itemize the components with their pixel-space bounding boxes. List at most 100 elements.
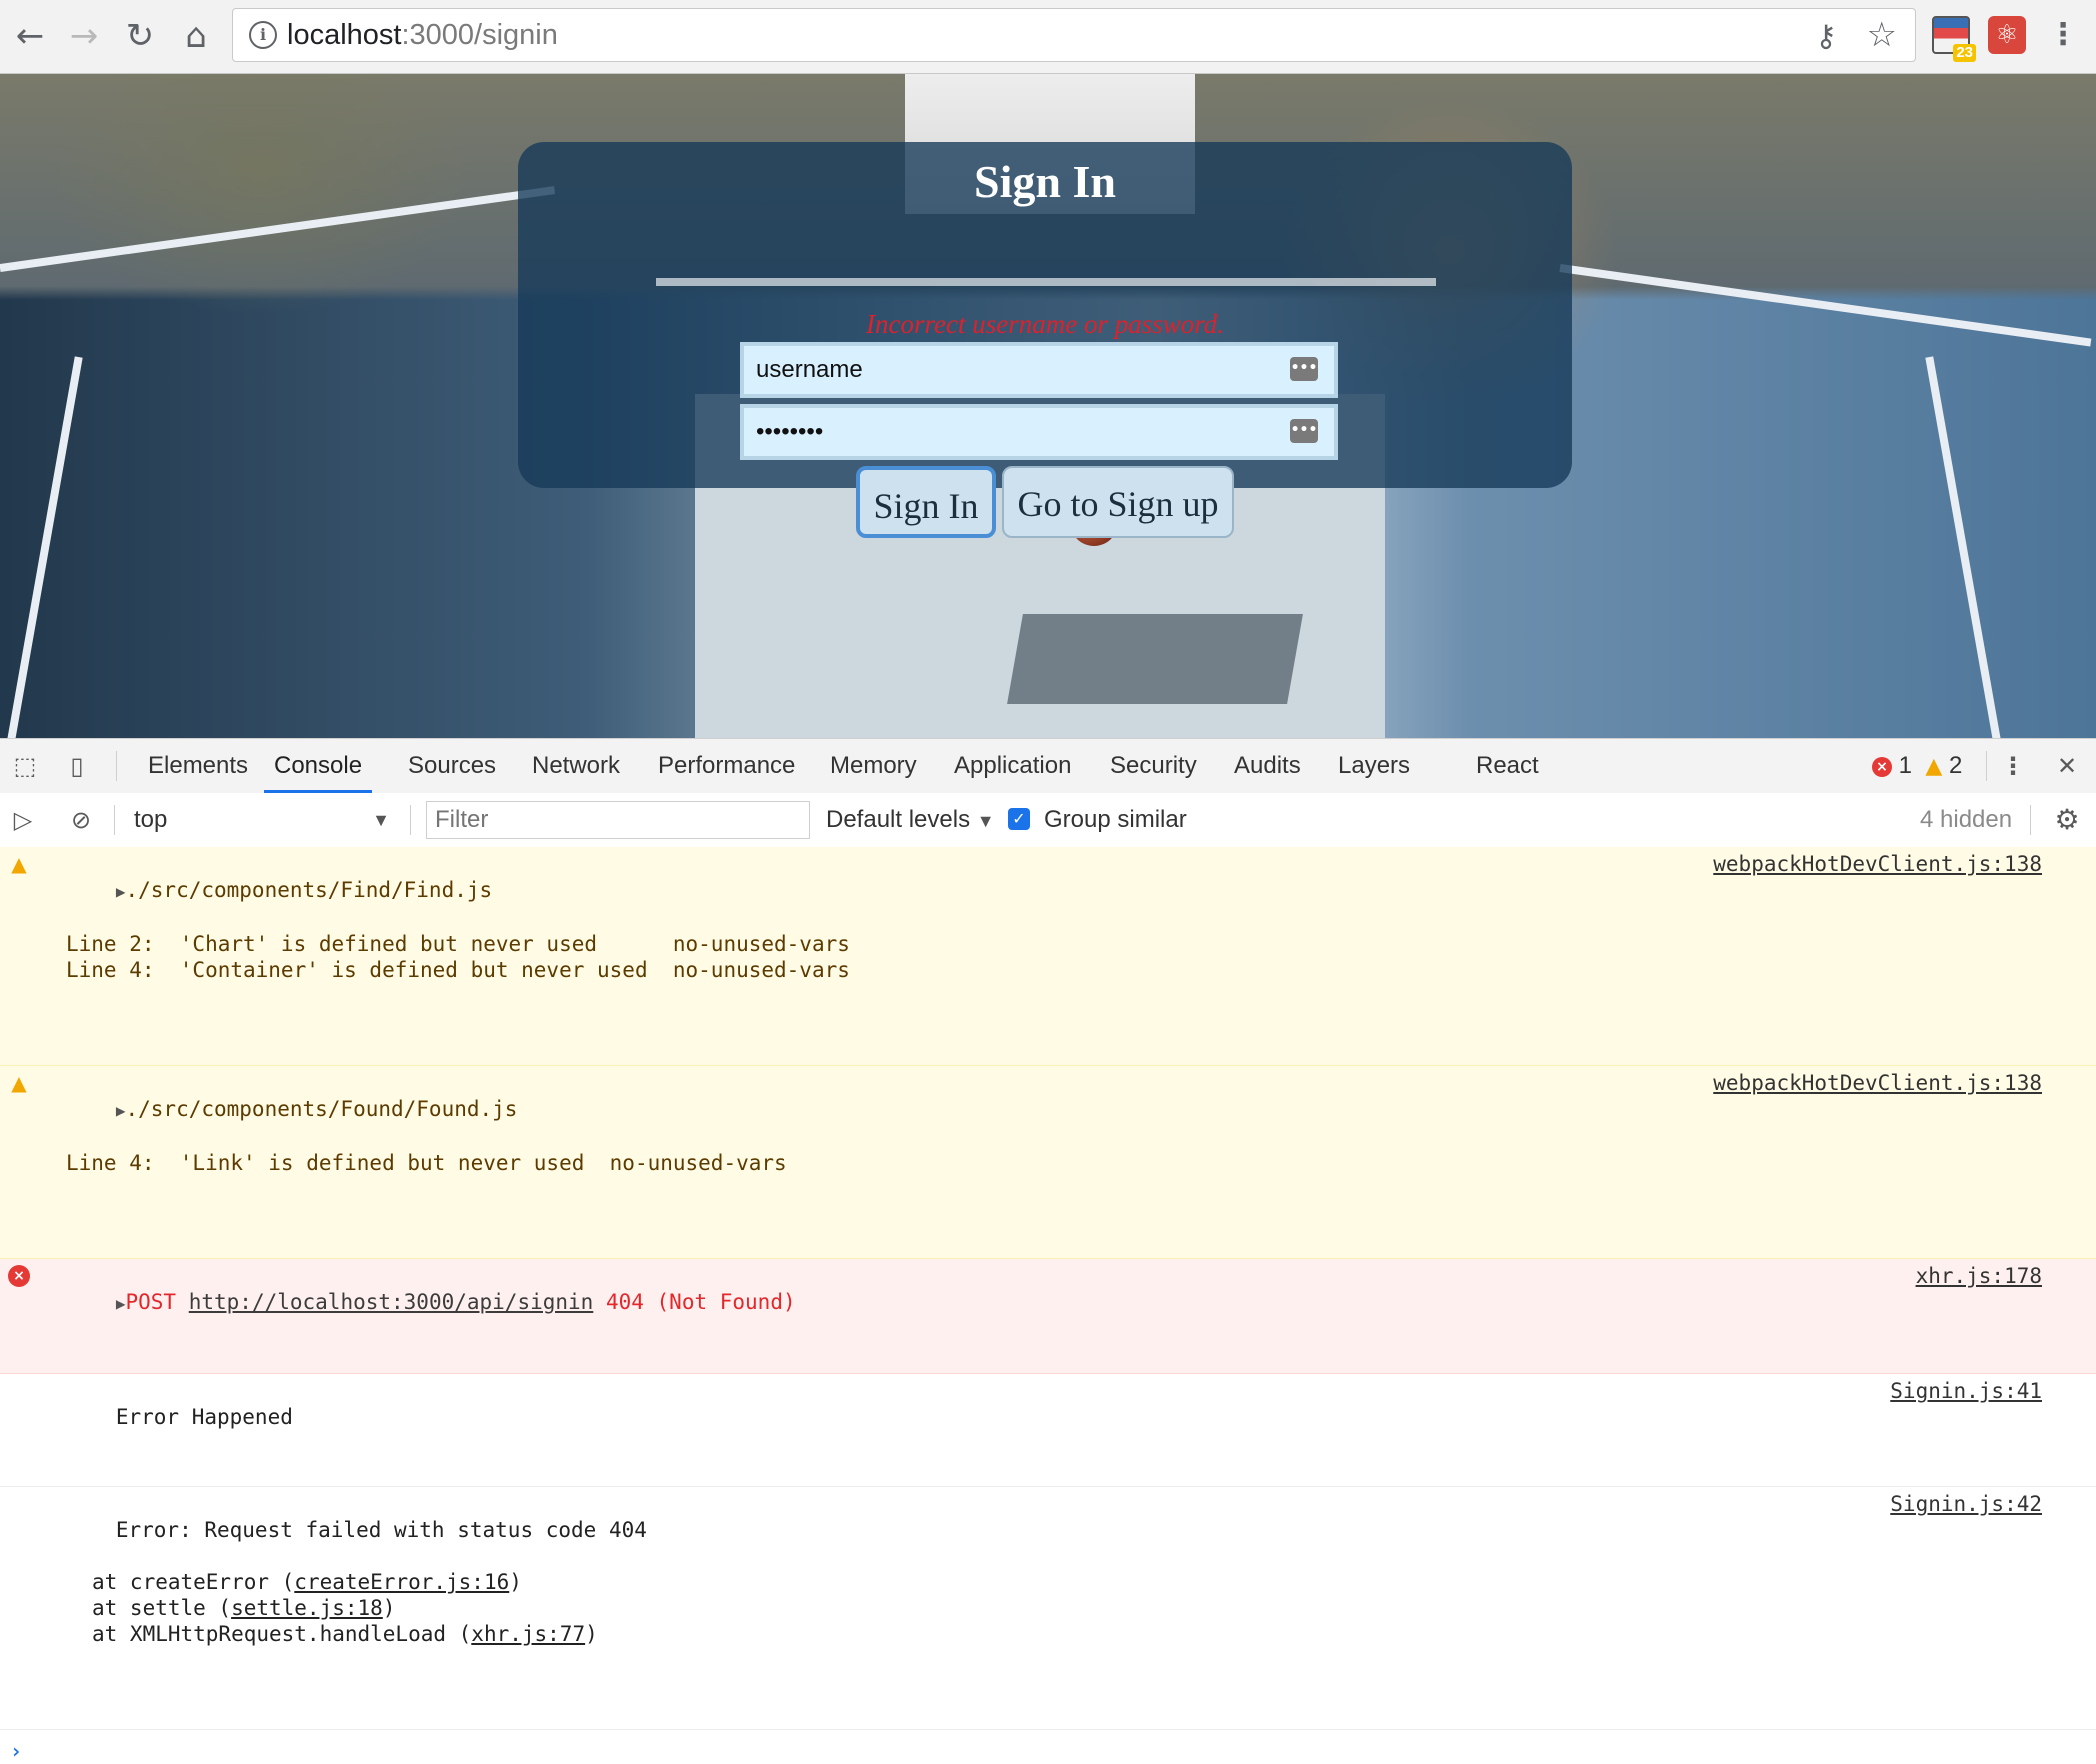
tab-security[interactable]: Security (1110, 739, 1197, 793)
url-path: :3000/signin (401, 19, 558, 51)
warning-icon: ▲ (1925, 753, 1943, 779)
password-input[interactable] (756, 408, 1276, 456)
tab-elements[interactable]: Elements (148, 739, 248, 793)
dropdown-arrow-icon: ▼ (372, 810, 390, 830)
console-messages: ▲ ▶./src/components/Find/Find.js Line 2: … (0, 847, 2096, 1764)
back-icon[interactable]: ← (8, 14, 52, 58)
log-levels-select[interactable]: Default levels ▼ (826, 801, 995, 839)
address-url[interactable]: localhost:3000/signin (287, 19, 558, 52)
stack-frame-link[interactable]: xhr.js:77 (471, 1622, 585, 1646)
expand-triangle-icon[interactable]: ▶ (116, 882, 126, 901)
warning-file: ./src/components/Found/Found.js (125, 1097, 518, 1121)
source-link[interactable]: Signin.js:42 (1890, 1491, 2042, 1517)
page-viewport: Sign In Incorrect username or password. … (0, 74, 2096, 738)
stack-frame-link[interactable]: settle.js:18 (231, 1596, 383, 1620)
console-warning: ▲ ▶./src/components/Found/Found.js Line 4… (0, 1066, 2096, 1259)
forward-icon[interactable]: → (62, 14, 106, 58)
request-url-link[interactable]: http://localhost:3000/api/signin (189, 1290, 594, 1314)
stack-frame-link[interactable]: createError.js:16 (294, 1570, 509, 1594)
home-icon[interactable]: ⌂ (174, 14, 218, 58)
stack-frame-close: ) (509, 1570, 522, 1594)
source-link[interactable]: webpackHotDevClient.js:138 (1713, 851, 2042, 877)
console-error: × ▶POST http://localhost:3000/api/signin … (0, 1259, 2096, 1374)
stack-frame: at settle (settle.js:18) (40, 1595, 2096, 1621)
court-line (1559, 264, 2092, 347)
devtools-panel: ⬚ ▯ Elements Console Sources Network Per… (0, 738, 2096, 1763)
source-link[interactable]: webpackHotDevClient.js:138 (1713, 1070, 2042, 1096)
tab-memory[interactable]: Memory (830, 739, 917, 793)
divider (116, 751, 117, 781)
site-info-icon[interactable]: i (249, 21, 277, 49)
devtools-menu-icon[interactable]: ⋮ (1998, 751, 2028, 781)
warning-icon: ▲ (11, 852, 27, 876)
issue-counts[interactable]: × 1 ▲ 2 (1872, 739, 1962, 793)
signin-title: Sign In (974, 156, 1116, 207)
extension-calendar-icon[interactable]: 23 (1932, 16, 1976, 62)
warning-line: Line 4: 'Container' is defined but never… (66, 958, 850, 982)
clear-console-icon[interactable]: ⊘ (66, 805, 96, 835)
source-link[interactable]: xhr.js:178 (1916, 1263, 2042, 1289)
expand-triangle-icon[interactable]: ▶ (116, 1101, 126, 1120)
console-warning: ▲ ▶./src/components/Find/Find.js Line 2: … (0, 847, 2096, 1066)
error-count: 1 (1898, 752, 1913, 779)
hoop-shadow (1007, 614, 1303, 704)
password-manager-icon[interactable]: ••• (1290, 419, 1318, 443)
bookmark-star-icon[interactable]: ☆ (1867, 15, 1897, 55)
username-field[interactable]: ••• (740, 342, 1338, 398)
sidebar-toggle-icon[interactable]: ▷ (8, 805, 38, 835)
device-toolbar-icon[interactable]: ▯ (62, 751, 92, 781)
stack-frame-text: at settle ( (92, 1596, 232, 1620)
tab-layers[interactable]: Layers (1338, 739, 1410, 793)
extension-badge: 23 (1953, 44, 1976, 62)
password-manager-icon[interactable]: ••• (1290, 357, 1318, 381)
devtools-tab-bar: ⬚ ▯ Elements Console Sources Network Per… (0, 739, 2096, 794)
inspect-element-icon[interactable]: ⬚ (10, 751, 40, 781)
signin-error-message: Incorrect username or password. (866, 309, 1224, 339)
address-bar[interactable]: i localhost:3000/signin ⚷ ☆ (232, 8, 1916, 62)
request-status: 404 (Not Found) (605, 1290, 796, 1314)
tab-performance[interactable]: Performance (658, 739, 795, 793)
close-icon[interactable]: ✕ (2052, 751, 2082, 781)
group-similar-checkbox[interactable]: ✓ (1008, 808, 1030, 830)
console-prompt[interactable]: › (0, 1730, 2096, 1764)
signin-panel: Sign In Incorrect username or password. … (518, 142, 1572, 538)
warning-line: Line 2: 'Chart' is defined but never use… (66, 932, 850, 956)
title-divider (656, 278, 1436, 286)
console-toolbar: ▷ ⊘ top ▼ Default levels ▼ ✓ Group simil… (0, 793, 2096, 848)
hidden-count: 4 hidden (1920, 806, 2013, 833)
source-link[interactable]: Signin.js:41 (1890, 1378, 2042, 1404)
tab-console[interactable]: Console (264, 739, 373, 793)
stack-frame: at XMLHttpRequest.handleLoad (xhr.js:77) (40, 1621, 2096, 1647)
stack-frame-text: at createError ( (92, 1570, 295, 1594)
browser-menu-icon[interactable]: ⋮ (2048, 16, 2078, 54)
error-icon: × (8, 1265, 30, 1287)
reload-icon[interactable]: ↻ (118, 14, 162, 58)
divider (2030, 805, 2031, 835)
tab-sources[interactable]: Sources (408, 739, 496, 793)
stack-frame-text: at XMLHttpRequest.handleLoad ( (92, 1622, 472, 1646)
stack-frame-close: ) (382, 1596, 396, 1620)
court-line (0, 186, 556, 272)
log-text: Error Happened (115, 1405, 293, 1429)
key-icon[interactable]: ⚷ (1815, 19, 1837, 54)
divider (1986, 751, 1987, 781)
console-settings-gear-icon[interactable]: ⚙ (2052, 805, 2082, 835)
stack-frame-close: ) (585, 1622, 598, 1646)
context-select[interactable]: top ▼ (124, 801, 396, 839)
signin-button[interactable]: Sign In (856, 466, 996, 538)
tab-application[interactable]: Application (954, 739, 1071, 793)
log-text: Error: Request failed with status code 4… (115, 1518, 647, 1542)
error-icon: × (1872, 756, 1892, 777)
court-line (1925, 356, 2003, 738)
tab-network[interactable]: Network (532, 739, 620, 793)
expand-triangle-icon[interactable]: ▶ (116, 1294, 126, 1313)
console-filter-input[interactable] (426, 801, 810, 839)
username-input[interactable] (756, 346, 1276, 394)
context-value: top (134, 806, 168, 833)
password-field[interactable]: ••• (740, 404, 1338, 460)
go-to-signup-button[interactable]: Go to Sign up (1002, 466, 1234, 538)
tab-audits[interactable]: Audits (1234, 739, 1301, 793)
extension-react-icon[interactable]: ⚛ (1988, 16, 2026, 54)
tab-react[interactable]: React (1476, 739, 1539, 793)
browser-toolbar: ← → ↻ ⌂ i localhost:3000/signin ⚷ ☆ 23 ⚛… (0, 0, 2096, 74)
